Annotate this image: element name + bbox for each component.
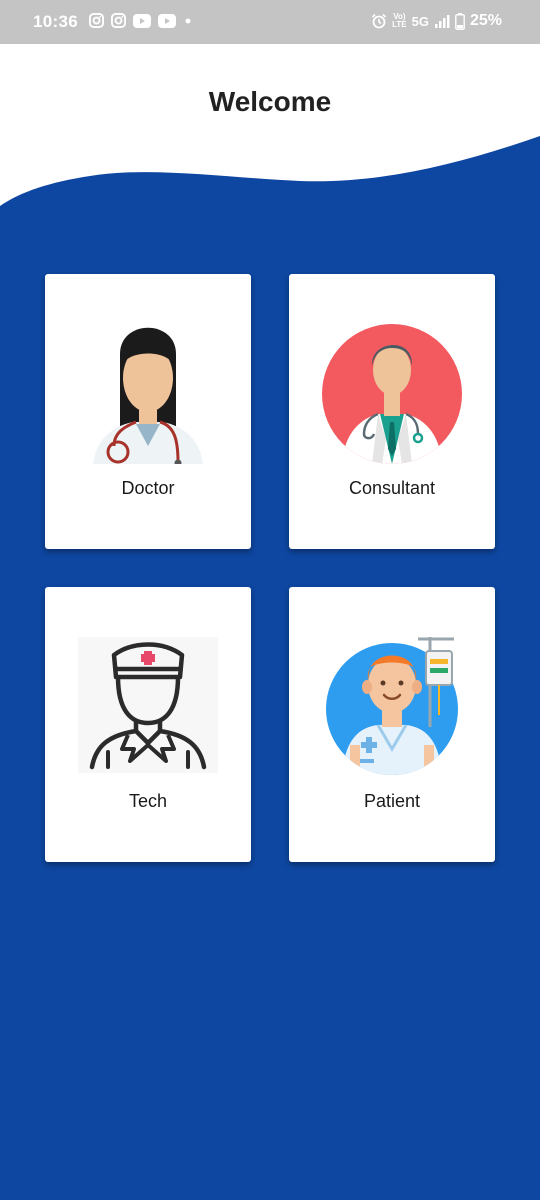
- status-time: 10:36: [33, 12, 78, 31]
- nurse-icon: [78, 637, 218, 773]
- instagram-icon: [111, 13, 126, 28]
- role-card-doctor[interactable]: Doctor: [45, 274, 251, 549]
- role-card-tech[interactable]: Tech: [45, 587, 251, 862]
- volte-indicator: Vo) LTE: [392, 13, 407, 29]
- role-card-consultant[interactable]: Consultant: [289, 274, 495, 549]
- youtube-icon: [133, 13, 151, 28]
- patient-icon: [326, 637, 458, 775]
- battery-icon: [455, 12, 465, 30]
- notification-icons: [89, 13, 193, 28]
- status-bar: 10:36 Vo) LTE 5G 25%: [0, 0, 540, 44]
- notification-dot-icon: [185, 18, 191, 23]
- role-label-patient: Patient: [363, 791, 421, 811]
- role-label-consultant: Consultant: [348, 478, 436, 498]
- female-doctor-icon: [93, 327, 203, 464]
- lte-label: LTE: [392, 20, 407, 29]
- alarm-icon: [372, 13, 387, 29]
- instagram-icon: [89, 13, 104, 28]
- role-label-doctor: Doctor: [121, 478, 175, 498]
- male-doctor-icon: [322, 324, 462, 464]
- battery-percent: 25%: [469, 12, 502, 29]
- page-title: Welcome: [208, 86, 332, 117]
- header-wave: [0, 44, 540, 206]
- system-status: Vo) LTE 5G 25%: [371, 12, 502, 30]
- role-label-tech: Tech: [128, 791, 168, 811]
- youtube-icon: [158, 13, 176, 28]
- signal-icon: [434, 15, 450, 28]
- role-card-patient[interactable]: Patient: [289, 587, 495, 862]
- network-type: 5G: [411, 13, 429, 29]
